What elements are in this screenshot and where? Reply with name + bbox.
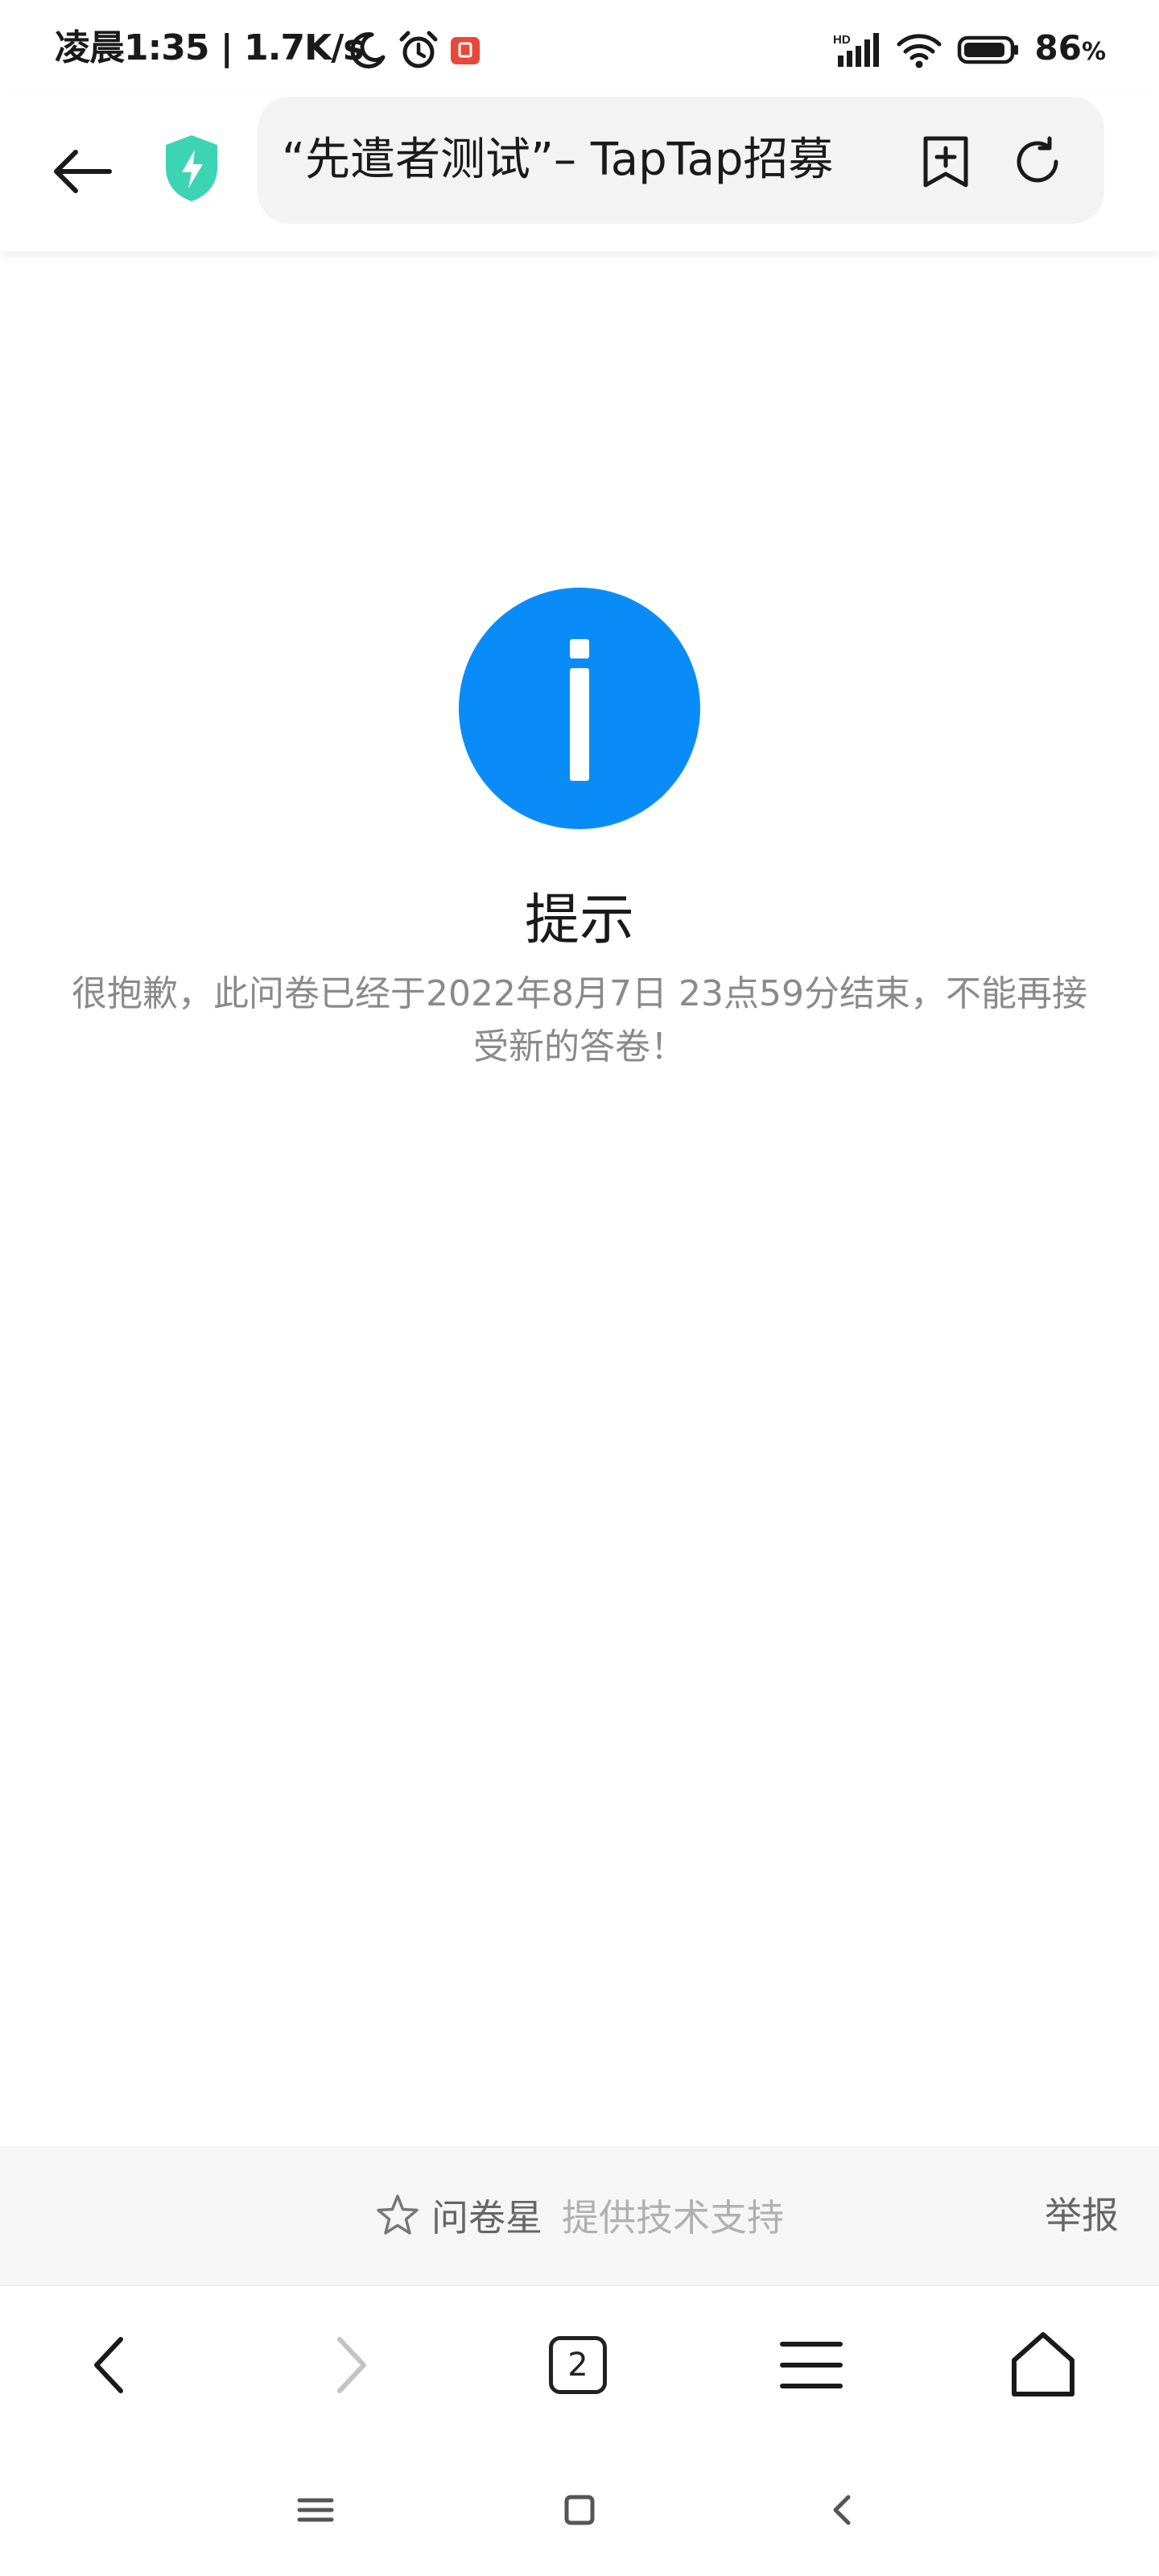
chevron-left-icon[interactable]: [72, 2325, 153, 2405]
tabs-icon[interactable]: 2: [538, 2325, 618, 2405]
add-bookmark-icon[interactable]: [919, 134, 972, 190]
tab-count[interactable]: 2: [549, 2336, 607, 2394]
report-link[interactable]: 举报: [1045, 2146, 1119, 2285]
page: 凌晨1:35 | 1.7K/s HD 86% “先遣者测试”– TapTap招募…: [0, 0, 1159, 2576]
wifi-icon: [897, 34, 942, 68]
security-shield-icon[interactable]: [161, 132, 222, 204]
info-icon-dot: [570, 639, 589, 658]
battery-unit: %: [1081, 37, 1106, 66]
battery-value: 86: [1034, 27, 1082, 68]
menu-icon[interactable]: [771, 2325, 852, 2405]
status-icons-left: [348, 27, 481, 72]
app-notification-icon: [451, 37, 480, 64]
notice-title: 提示: [524, 889, 634, 952]
alarm-icon: [399, 31, 438, 68]
browser-toolbar: “先遣者测试”– TapTap招募: [0, 93, 1159, 251]
browser-bottom-nav: 2: [0, 2285, 1159, 2447]
page-title-url[interactable]: “先遣者测试”– TapTap招募: [282, 97, 926, 224]
info-icon: [459, 588, 700, 829]
status-time: 凌晨1:35 | 1.7K/s: [55, 27, 364, 68]
network-badge: HD: [833, 33, 851, 47]
notice-message: 很抱歉，此问卷已经于2022年8月7日 23点59分结束，不能再接受新的答卷！: [72, 973, 1087, 1067]
battery-icon: [958, 35, 1019, 64]
address-bar[interactable]: “先遣者测试”– TapTap招募: [258, 97, 1104, 224]
moon-icon: [350, 32, 386, 69]
status-bar: 凌晨1:35 | 1.7K/s HD 86%: [0, 0, 1159, 100]
footer-brand[interactable]: 问卷星 提供技术支持: [375, 2146, 784, 2285]
system-back-icon[interactable]: [818, 2484, 869, 2536]
system-nav-bar: [0, 2446, 1159, 2576]
home-icon[interactable]: [1003, 2325, 1083, 2405]
footer-support-text: 提供技术支持: [562, 2196, 784, 2240]
info-icon-bar: [570, 668, 589, 781]
footer-brand-name[interactable]: 问卷星: [431, 2189, 542, 2242]
signal-icon: HD: [833, 33, 880, 67]
recents-icon[interactable]: [290, 2484, 341, 2536]
page-footer: 问卷星 提供技术支持 举报: [0, 2146, 1159, 2285]
star-icon: [377, 2194, 419, 2235]
refresh-icon[interactable]: [1009, 134, 1066, 190]
battery-percentage: 86%: [1034, 26, 1106, 75]
chevron-right-icon[interactable]: [307, 2325, 388, 2405]
status-right: HD 86%: [833, 27, 1106, 72]
back-arrow-icon[interactable]: [48, 137, 118, 206]
home-square-icon[interactable]: [554, 2484, 605, 2536]
